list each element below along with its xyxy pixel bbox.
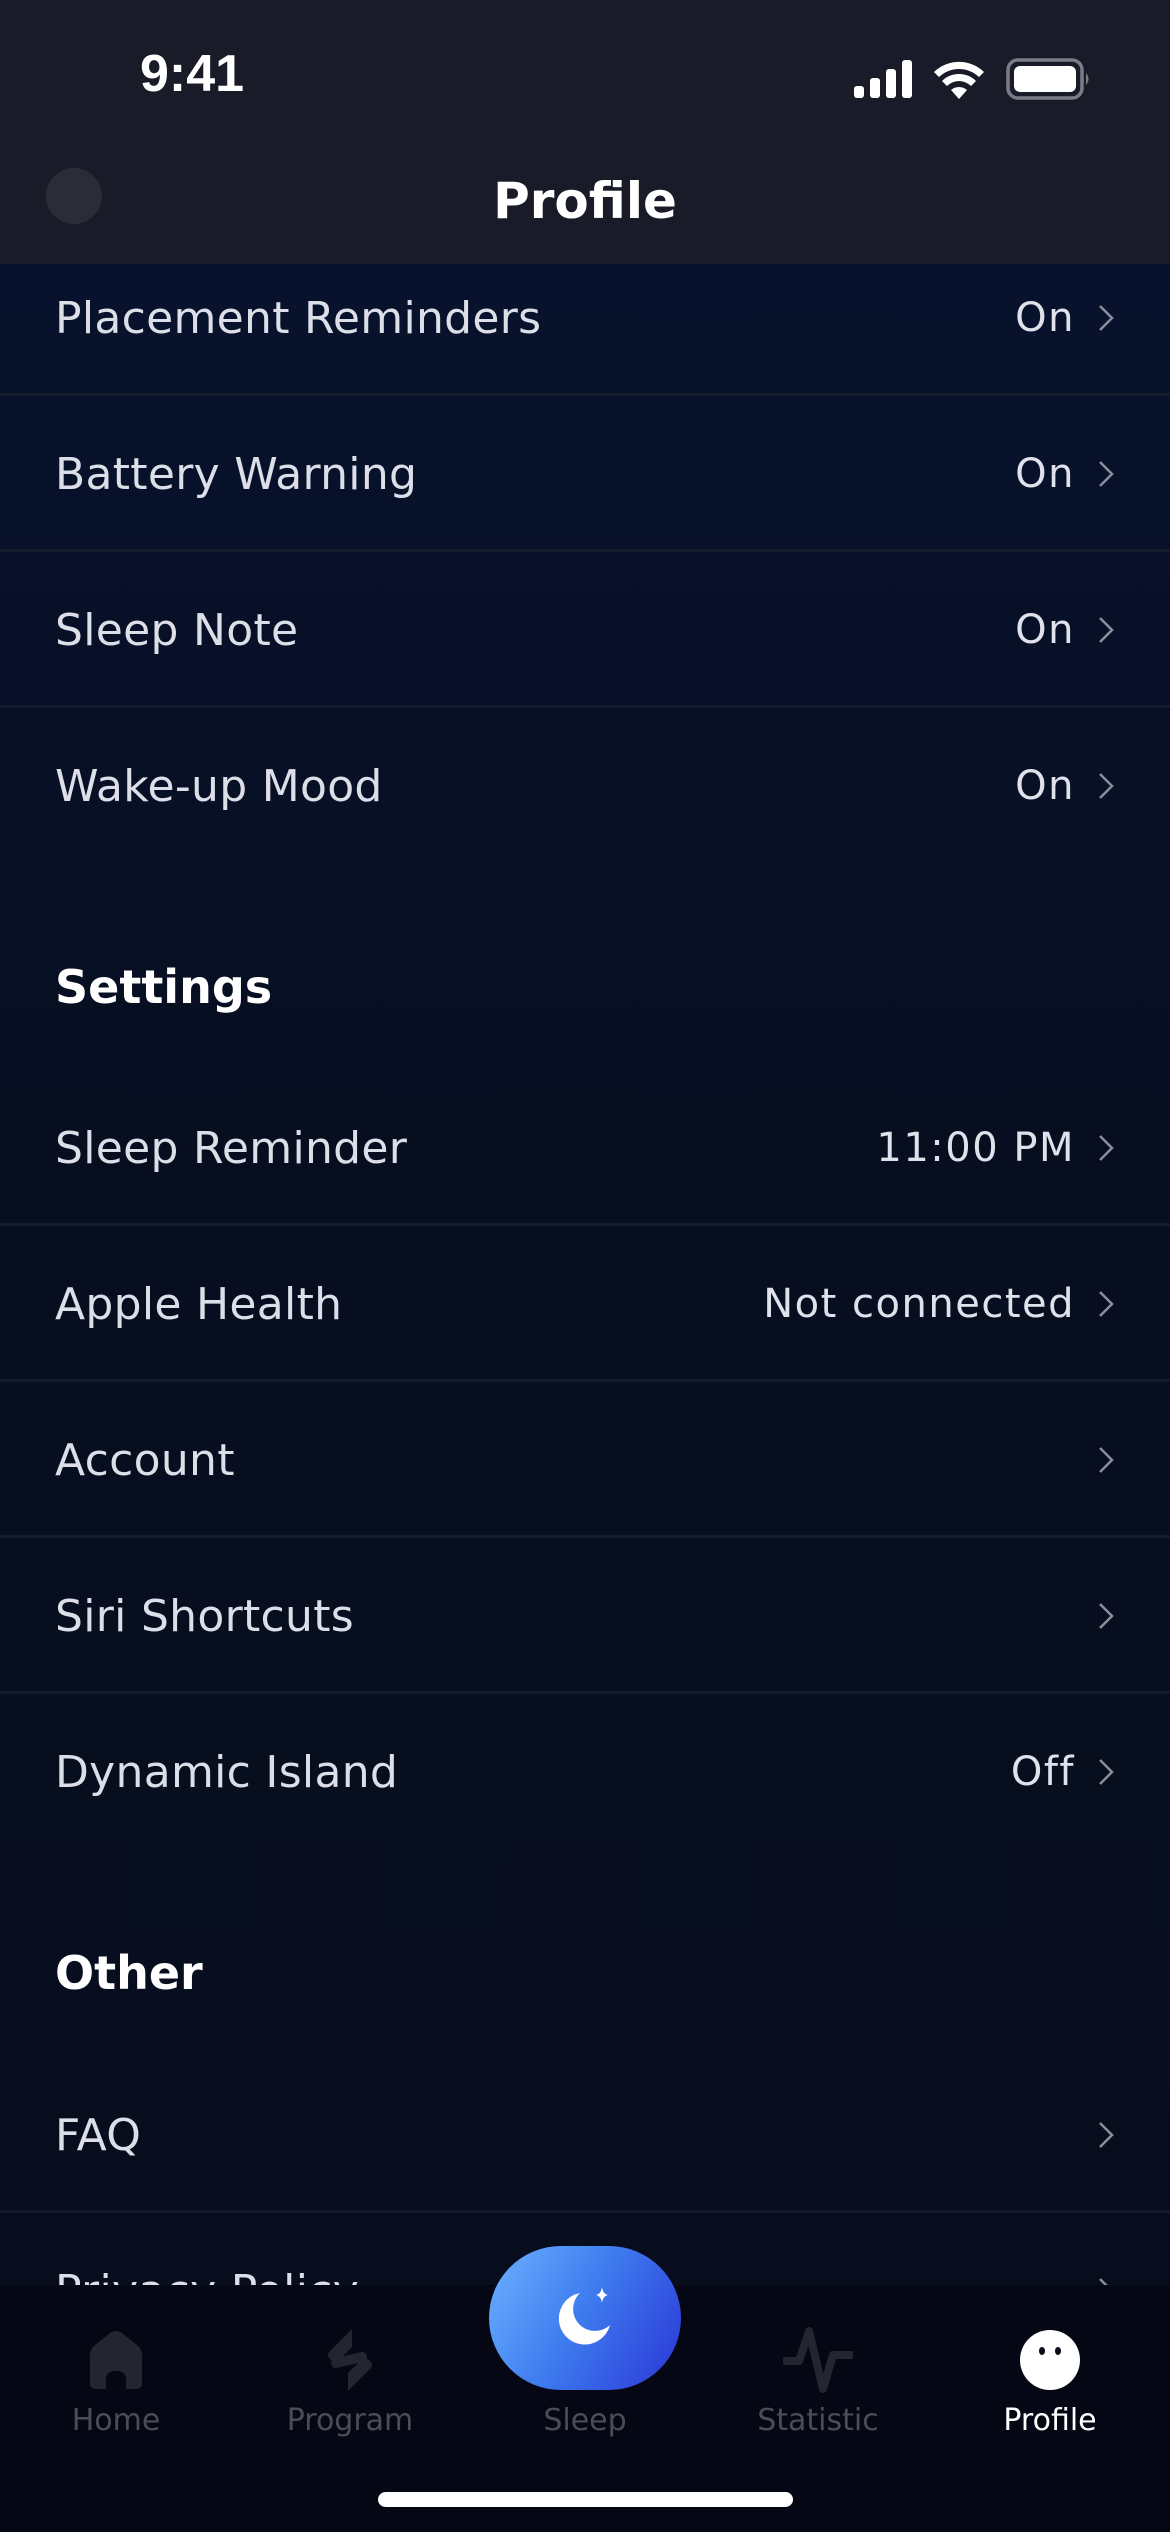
row-label: Wake-up Mood — [55, 760, 383, 812]
tab-label-sleep: Sleep — [543, 2403, 627, 2438]
home-icon — [81, 2325, 151, 2395]
row-label: Placement Reminders — [55, 292, 542, 344]
row-dynamic-island[interactable]: Dynamic Island Off — [0, 1694, 1170, 1850]
row-value: Not connected — [763, 1281, 1075, 1327]
tab-statistic[interactable]: Statistic — [718, 2285, 918, 2475]
chevron-right-icon — [1099, 1135, 1114, 1161]
row-sleep-reminder[interactable]: Sleep Reminder 11:00 PM — [0, 1070, 1170, 1226]
row-value: 11:00 PM — [876, 1125, 1075, 1171]
row-wake-up-mood[interactable]: Wake-up Mood On — [0, 708, 1170, 864]
row-value: Off — [1010, 1749, 1075, 1795]
chevron-right-icon — [1099, 773, 1114, 799]
row-value: On — [1015, 295, 1075, 341]
program-icon — [315, 2325, 385, 2395]
row-value: On — [1015, 763, 1075, 809]
page-title: Profile — [493, 172, 677, 230]
moon-star-icon — [558, 2287, 610, 2345]
status-icons — [854, 58, 1092, 100]
row-label: Battery Warning — [55, 448, 418, 500]
section-title-other: Other — [55, 1946, 203, 2000]
row-label: Siri Shortcuts — [55, 1590, 354, 1642]
row-label: Apple Health — [55, 1278, 343, 1330]
face-icon — [1015, 2325, 1085, 2395]
pulse-icon — [783, 2325, 853, 2395]
tab-program[interactable]: Program — [250, 2285, 450, 2475]
section-title-settings: Settings — [55, 960, 273, 1014]
row-account[interactable]: Account — [0, 1382, 1170, 1538]
row-faq[interactable]: FAQ — [0, 2057, 1170, 2213]
row-label: Sleep Reminder — [55, 1122, 408, 1174]
row-siri-shortcuts[interactable]: Siri Shortcuts — [0, 1538, 1170, 1694]
status-time: 9:41 — [140, 45, 245, 103]
chevron-right-icon — [1099, 1603, 1114, 1629]
row-apple-health[interactable]: Apple Health Not connected — [0, 1226, 1170, 1382]
cellular-signal-icon — [854, 60, 912, 98]
chevron-right-icon — [1099, 1759, 1114, 1785]
chevron-right-icon — [1099, 1291, 1114, 1317]
row-label: Account — [55, 1434, 235, 1486]
tab-label: Profile — [1003, 2403, 1097, 2438]
tab-home[interactable]: Home — [16, 2285, 216, 2475]
tab-sleep[interactable] — [489, 2246, 681, 2390]
row-label: Dynamic Island — [55, 1746, 399, 1798]
tab-profile[interactable]: Profile — [950, 2285, 1150, 2475]
battery-icon — [1006, 58, 1089, 100]
chevron-right-icon — [1099, 305, 1114, 331]
home-indicator[interactable] — [378, 2492, 793, 2507]
row-label: Sleep Note — [55, 604, 299, 656]
tab-label: Home — [71, 2403, 161, 2438]
row-label: FAQ — [55, 2109, 142, 2161]
tab-label: Program — [286, 2403, 414, 2438]
tab-label: Statistic — [757, 2403, 879, 2438]
row-value: On — [1015, 451, 1075, 497]
row-sleep-note[interactable]: Sleep Note On — [0, 552, 1170, 708]
row-battery-warning[interactable]: Battery Warning On — [0, 396, 1170, 552]
row-value: On — [1015, 607, 1075, 653]
settings-list: Placement Reminders On Battery Warning O… — [0, 0, 1170, 2532]
navigation-header: 9:41 Profile — [0, 0, 1170, 264]
chevron-right-icon — [1099, 2122, 1114, 2148]
chevron-right-icon — [1099, 1447, 1114, 1473]
chevron-right-icon — [1099, 461, 1114, 487]
chevron-right-icon — [1099, 617, 1114, 643]
wifi-icon — [934, 61, 984, 99]
